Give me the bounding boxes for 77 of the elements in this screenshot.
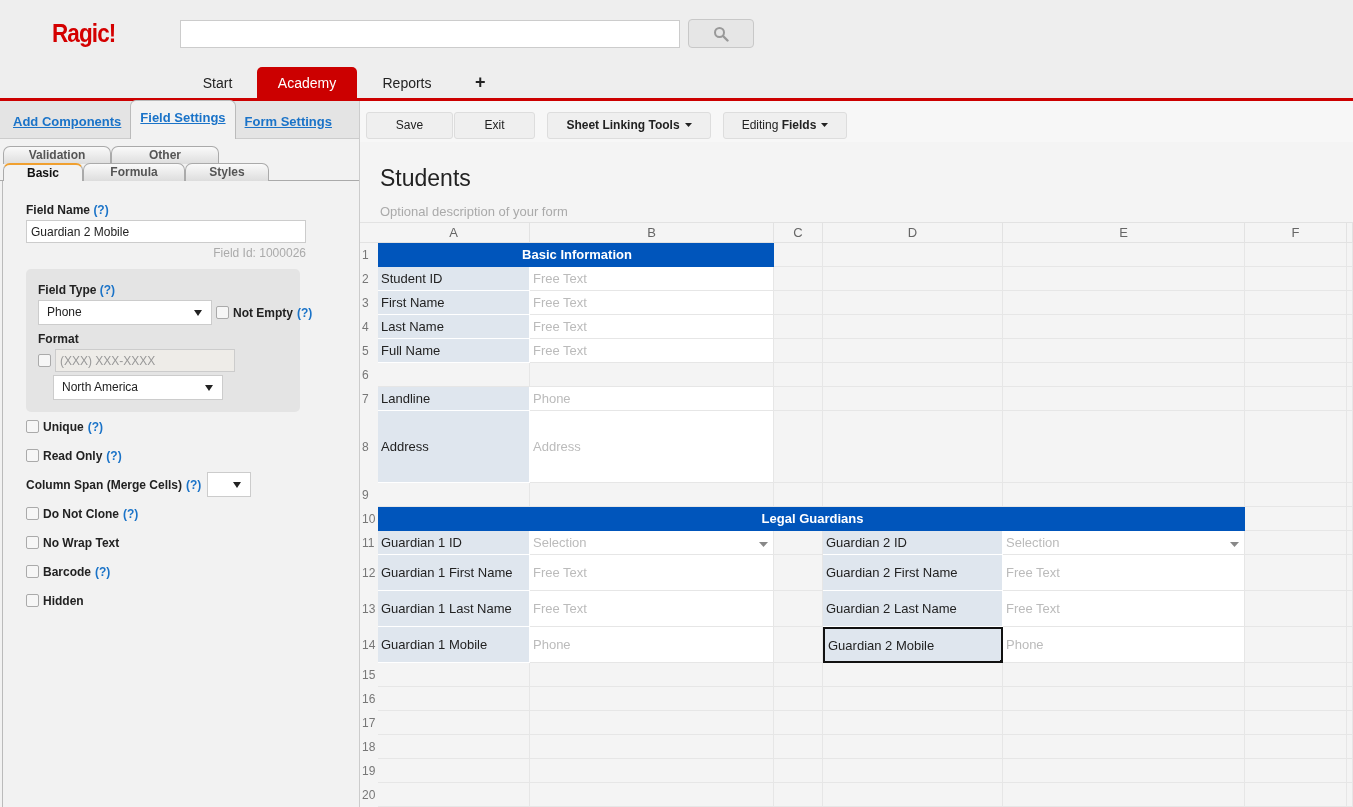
row-number: 8 [361, 439, 370, 456]
toolbar-button[interactable]: Sheet Linking Tools [547, 111, 711, 139]
option-label: Unique [43, 419, 84, 434]
row-number: 10 [361, 511, 377, 528]
row-number: 6 [361, 367, 370, 384]
help-link[interactable]: (?) [106, 448, 122, 463]
field-name-label: Field Name [26, 203, 91, 217]
add-tab-button[interactable]: + [475, 67, 486, 98]
field-label-cell[interactable]: Last Name [378, 315, 530, 339]
help-link[interactable]: (?) [297, 305, 313, 320]
row-number: 20 [361, 787, 377, 804]
option-label: Hidden [43, 593, 84, 608]
section-header[interactable]: Basic Information [378, 243, 774, 267]
row-number: 17 [361, 715, 377, 732]
not-empty-label: Not Empty [233, 305, 293, 320]
field-label-cell[interactable]: Guardian 2 First Name [823, 555, 1003, 591]
help-link[interactable]: (?) [123, 506, 139, 521]
format-label: Format [38, 332, 79, 346]
panel-tab[interactable]: Form Settings [235, 114, 341, 138]
toolbar-button[interactable]: Save [366, 111, 453, 139]
field-label-cell[interactable]: Guardian 1 ID [378, 531, 530, 555]
help-link[interactable]: (?) [93, 203, 109, 217]
help-link[interactable]: (?) [186, 477, 202, 492]
field-label-cell[interactable]: Guardian 1 Mobile [378, 627, 530, 663]
settings-tab[interactable]: Basic [3, 163, 83, 181]
settings-tab[interactable]: Styles [185, 163, 269, 181]
settings-tab[interactable]: Formula [83, 163, 185, 181]
field-name-input[interactable]: Guardian 2 Mobile [26, 220, 306, 243]
logo[interactable]: Ragic! [52, 19, 168, 48]
field-label-cell[interactable]: Landline [378, 387, 530, 411]
field-label-cell[interactable]: First Name [378, 291, 530, 315]
field-type-label: Field Type [38, 283, 97, 297]
section-header[interactable]: Legal Guardians [378, 507, 1245, 531]
field-label-cell[interactable]: Guardian 2 ID [823, 531, 1003, 555]
field-label-cell[interactable]: Guardian 2 Mobile [823, 627, 1003, 663]
row-number: 9 [361, 487, 370, 504]
field-label-cell[interactable]: Guardian 1 Last Name [378, 591, 530, 627]
settings-tab[interactable]: Other [111, 146, 219, 164]
region-select[interactable]: North America [53, 375, 223, 400]
row-number: 16 [361, 691, 377, 708]
nav-tab[interactable]: Reports [357, 67, 457, 98]
option-label: Column Span (Merge Cells) [26, 477, 183, 492]
option-label: Barcode [43, 564, 92, 579]
row-number: 7 [361, 391, 370, 408]
row-number: 14 [361, 637, 377, 654]
row-number: 18 [361, 739, 377, 756]
toolbar-button[interactable]: Editing Fields [723, 111, 847, 139]
help-link[interactable]: (?) [99, 283, 116, 297]
help-link[interactable]: (?) [87, 419, 103, 434]
row-number: 4 [361, 319, 370, 336]
nav-tab[interactable]: Start [178, 67, 257, 98]
option-label: Do Not Clone [43, 506, 119, 521]
option-label: No Wrap Text [43, 535, 120, 550]
row-number: 12 [361, 565, 377, 582]
field-label-cell[interactable]: Address [378, 411, 530, 483]
row-number: 3 [361, 295, 370, 312]
row-number: 13 [361, 601, 377, 618]
row-number: 11 [361, 535, 376, 552]
field-label-cell[interactable]: Guardian 2 Last Name [823, 591, 1003, 627]
row-number: 1 [361, 247, 370, 264]
field-label-cell[interactable]: Guardian 1 First Name [378, 555, 530, 591]
settings-tab[interactable]: Validation [3, 146, 111, 164]
row-number: 19 [361, 763, 377, 780]
help-link[interactable]: (?) [95, 564, 111, 579]
option-label: Read Only [43, 448, 103, 463]
panel-tab[interactable]: Add Components [4, 114, 131, 138]
toolbar-button[interactable]: Exit [454, 111, 535, 139]
nav-tab[interactable]: Academy [257, 67, 357, 98]
row-number: 2 [361, 271, 370, 288]
field-label-cell[interactable]: Student ID [378, 267, 530, 291]
form-title[interactable]: Students [380, 165, 1353, 192]
field-label-cell[interactable]: Full Name [378, 339, 530, 363]
panel-tab[interactable]: Field Settings [130, 100, 236, 139]
field-id: Field Id: 1000026 [213, 246, 306, 260]
field-type-select[interactable]: Phone [38, 300, 212, 325]
row-number: 5 [361, 343, 370, 360]
row-number: 15 [361, 667, 377, 684]
